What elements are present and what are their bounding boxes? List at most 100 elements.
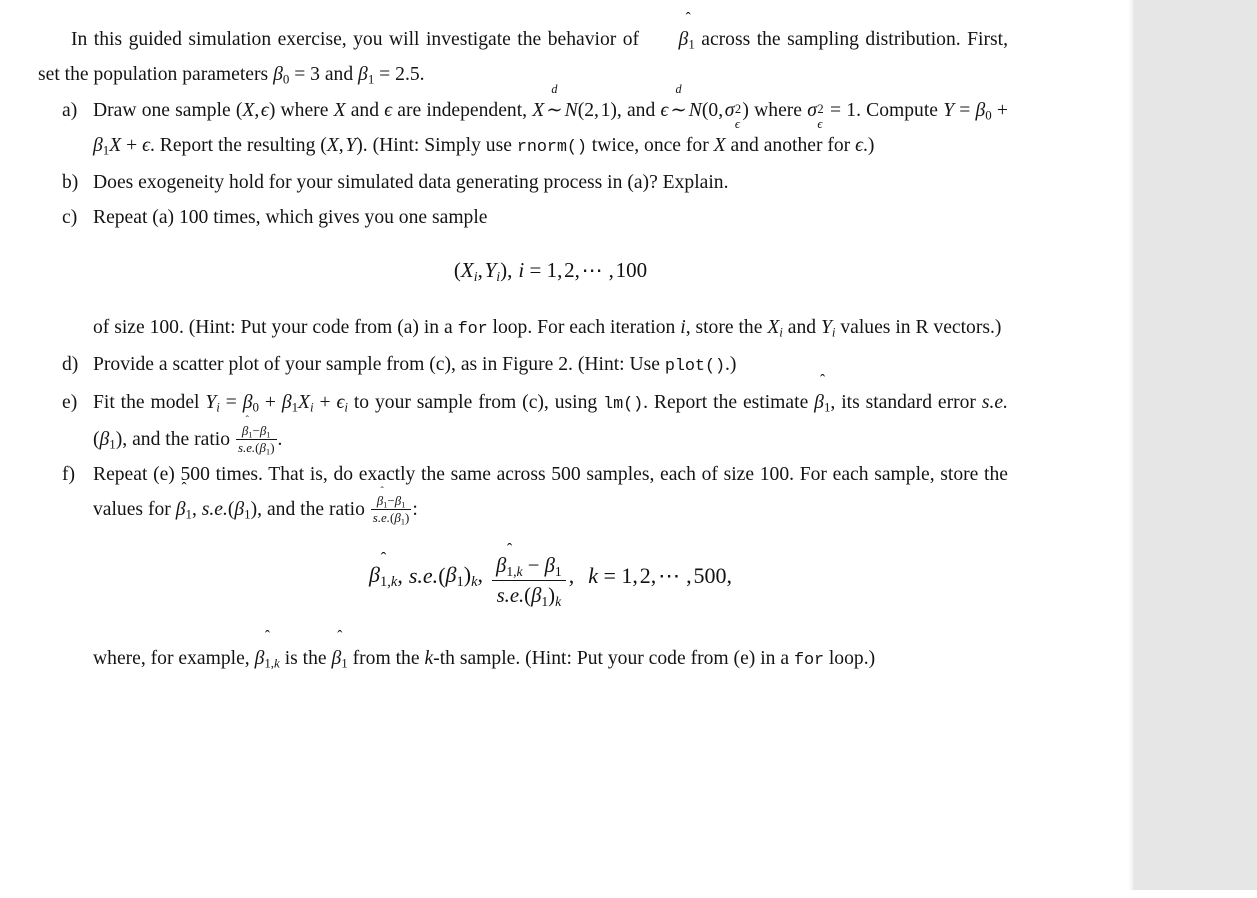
code-lm: lm() — [603, 394, 644, 414]
beta-hat-1-estimate: βˆ1 — [814, 372, 831, 415]
item-a-text-10: twice, once for — [586, 134, 714, 156]
item-c-cont-4: and — [782, 316, 821, 338]
item-c-cont-2: loop. For each iteration — [487, 316, 681, 338]
item-f-cont-5: loop.) — [823, 647, 876, 669]
t-ratio-fraction-e: β ˆ 1−β1 s.e.(β1) — [235, 415, 277, 456]
t-ratio-display-fraction: β ˆ 1,k − β1 s.e.(β1)k — [492, 541, 566, 609]
item-e-text-2: to your sample from (c), using — [347, 391, 604, 413]
intro-paragraph: In this guided simulation exercise, you … — [38, 9, 1008, 87]
pair-X-Y: (X, Y) — [320, 134, 363, 156]
item-f-cont-2: is the — [279, 647, 332, 669]
sigma-epsilon-squared: σ2ϵ — [724, 99, 742, 131]
hat-accent-icon: ˆ — [685, 9, 691, 27]
item-a-text-1: Draw one sample — [93, 99, 236, 121]
list-item-c: c) Repeat (a) 100 times, which gives you … — [62, 200, 1008, 347]
beta-hat-1-ref: βˆ1 — [331, 628, 348, 671]
viewer-backdrop — [1134, 0, 1257, 890]
item-f-text-2: , — [191, 499, 202, 521]
item-f-cont-1: where, for example, — [93, 647, 255, 669]
variable-epsilon: ϵ — [384, 99, 393, 121]
se-beta-1-k: s.e. — [408, 562, 439, 588]
Y-model-equation: Y — [943, 99, 955, 121]
hat-accent-icon-f: ˆ — [181, 480, 187, 498]
item-c-continuation: of size 100. (Hint: Put your code from (… — [93, 300, 1008, 347]
beta-hat-1-f: βˆ1 — [175, 480, 192, 523]
item-a-text-7: . Compute — [856, 99, 944, 121]
item-f-continuation: where, for example, β ˆ 1,k is the βˆ1 fro… — [93, 628, 1008, 678]
item-marker-f: f) — [62, 464, 76, 486]
item-marker-b: b) — [62, 172, 79, 194]
item-a-text-4: are independent, — [392, 99, 533, 121]
item-a-text-8: . Report the resulting — [149, 134, 321, 156]
t-ratio-fraction-f: β ˆ 1−β1 s.e.(β1) — [370, 485, 412, 527]
intro-text-3: and — [319, 64, 359, 86]
item-c-text: Repeat (a) 100 times, which gives you on… — [93, 207, 488, 229]
list-item-b: b) Does exogeneity hold for your simulate… — [62, 165, 1008, 200]
item-e-text-6: . — [277, 428, 283, 450]
item-a-text-3: and — [345, 99, 385, 121]
beta-0-equation: β0 — [273, 64, 290, 87]
item-f-text-4: : — [412, 499, 418, 521]
intro-text-4: . — [419, 64, 425, 86]
sigma-epsilon-squared-value: σ2ϵ — [807, 99, 824, 131]
list-item-f: f) Repeat (e) 500 times. That is, do exac… — [62, 457, 1008, 678]
list-item-e: e) Fit the model Yi = β0 + β1Xi + ϵi to y… — [62, 372, 1008, 456]
item-a-text-9: . (Hint: Simply use — [362, 134, 517, 156]
item-e-text-5: , and the ratio — [122, 428, 235, 450]
variable-epsilon-c: ϵ — [855, 134, 864, 156]
item-c-cont-5: values in R vectors.) — [835, 316, 1002, 338]
item-a-text-11: and another for — [725, 134, 856, 156]
code-plot: plot() — [664, 357, 725, 377]
item-e-text-4: , its standard error — [830, 391, 982, 413]
normal-dist-epsilon: N — [688, 99, 702, 121]
exercise-list: a) Draw one sample (X, ϵ) where X and ϵ a… — [0, 81, 1128, 678]
item-a-text-5: , and — [616, 99, 661, 121]
item-marker-d: d) — [62, 354, 79, 376]
item-a-text-2: where — [275, 99, 334, 121]
normal-dist-X: N — [564, 99, 578, 121]
variable-Y-i: Yi — [820, 316, 836, 340]
pdf-viewer: In this guided simulation exercise, you … — [0, 0, 1257, 898]
list-item-a: a) Draw one sample (X, ϵ) where X and ϵ a… — [62, 81, 1008, 158]
item-marker-a: a) — [62, 99, 78, 121]
document-page: In this guided simulation exercise, you … — [0, 0, 1128, 898]
beta-1-equation: β1 — [358, 64, 375, 87]
index-k: k — [424, 647, 434, 669]
distributed-as-operator-2: d ∼ — [670, 81, 687, 121]
item-f-text-3: , and the ratio — [257, 499, 370, 521]
equation-sample-index: (Xi, Yi), i = 1, 2, ⋯, 100 — [453, 257, 648, 284]
item-b-text: Does exogeneity hold for your simulated … — [93, 172, 729, 194]
item-a-text-12: .) — [863, 134, 875, 156]
equation-bootstrap-quantities: β ˆ 1,k, s.e.(β1)k, β ˆ 1,k − β1 s.e.(β1)k, k = … — [369, 540, 732, 609]
standard-error-expr-f: s.e. — [201, 499, 228, 521]
variable-X-i: Xi — [767, 316, 783, 340]
item-e-text-3: . Report the estimate — [643, 391, 815, 413]
item-d-text-2: .) — [724, 354, 737, 376]
regression-model-equation: Yi — [205, 391, 220, 415]
variable-X: X — [333, 99, 346, 121]
intro-text-1: In this guided simulation exercise, you … — [71, 29, 646, 50]
item-e-text-1: Fit the model — [93, 391, 206, 413]
item-marker-e: e) — [62, 391, 78, 413]
item-c-cont-1: of size 100. (Hint: Put your code from (… — [93, 316, 458, 338]
distributed-as-operator: d ∼ — [546, 81, 563, 121]
item-d-text-1: Provide a scatter plot of your sample fr… — [93, 354, 665, 376]
item-a-text-6: where — [748, 99, 808, 121]
item-marker-c: c) — [62, 207, 78, 229]
page-edge-shadow — [1128, 0, 1135, 890]
beta-hat-1-k-ref: β ˆ 1,k — [254, 628, 280, 671]
code-for-loop-f: for — [793, 650, 824, 670]
beta-hat-1-k: β ˆ 1,k — [369, 548, 398, 591]
beta-hat-1-symbol: βˆ1 — [646, 10, 695, 57]
sample-pair-X-eps: (X, ϵ) — [235, 99, 276, 121]
list-item-d: d) Provide a scatter plot of your sample … — [62, 347, 1008, 384]
hat-accent-icon-e: ˆ — [819, 372, 826, 390]
item-f-cont-4: -th sample. (Hint: Put your code from (e… — [433, 647, 794, 669]
index-k-range: k — [588, 562, 598, 588]
variable-epsilon-dist: ϵ — [660, 99, 669, 121]
variable-X-c: X — [713, 134, 726, 156]
code-rnorm: rnorm() — [516, 137, 587, 157]
code-for-loop-c: for — [457, 319, 488, 339]
standard-error-expr: s.e. — [981, 391, 1008, 413]
item-f-cont-3: from the — [347, 647, 425, 669]
